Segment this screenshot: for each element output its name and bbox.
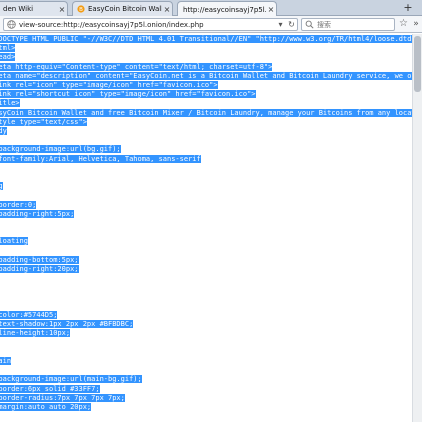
source-line: color:#5744D5;: [0, 311, 58, 319]
source-line: border-radius:7px 7px 7px 7px;: [0, 393, 125, 402]
source-line: background-image:url(bg.gif);: [0, 145, 121, 154]
source-line: border:6px solid #33FF7;: [0, 384, 100, 393]
search-icon: [305, 20, 314, 29]
source-line: margin:auto auto 20px;: [0, 403, 92, 411]
new-tab-button[interactable]: +: [401, 2, 415, 15]
scrollbar-thumb[interactable]: [414, 36, 421, 92]
tab-den-wiki[interactable]: den Wiki ×: [0, 1, 68, 16]
bookmark-star-icon[interactable]: ☆: [398, 19, 409, 30]
source-line: padding-bottom:5px;: [0, 255, 79, 264]
svg-text:B: B: [79, 7, 83, 13]
bitcoin-favicon-icon: B: [77, 5, 85, 13]
tab-easycoin[interactable]: B EasyCoin Bitcoin Wallet ... ×: [72, 1, 173, 16]
source-line: <head>: [0, 53, 16, 62]
source-line: <link rel="icon" type="image/icon" href=…: [0, 81, 218, 89]
source-line: .floating: [0, 237, 28, 246]
globe-icon: [7, 20, 16, 29]
overflow-menu-icon[interactable]: »: [411, 19, 421, 30]
address-text: view-source:http://easycoinsayj7p5l.onio…: [19, 20, 204, 29]
vertical-scrollbar[interactable]: [412, 34, 422, 422]
source-line: <meta name="description" content="EasyCo…: [0, 71, 412, 80]
tab-label: EasyCoin Bitcoin Wallet ...: [88, 5, 162, 13]
source-line: padding-right:20px;: [0, 265, 79, 273]
source-line: padding-right:5px;: [0, 209, 75, 218]
source-line: #main: [0, 357, 12, 365]
reload-icon[interactable]: ↻: [286, 20, 297, 29]
source-line: body: [0, 127, 7, 135]
close-tab-icon[interactable]: ×: [162, 5, 172, 14]
navigation-bar: view-source:http://easycoinsayj7p5l.onio…: [0, 16, 422, 33]
tab-label: den Wiki: [3, 5, 34, 13]
search-bar[interactable]: [301, 18, 395, 31]
source-line: <html>: [0, 44, 16, 53]
source-line: <title>: [0, 99, 20, 108]
source-line: <style type="text/css">: [0, 117, 87, 126]
chevron-down-icon[interactable]: ▾: [275, 20, 286, 29]
source-line: <link rel="shortcut icon" type="image/ic…: [0, 90, 256, 99]
source-view[interactable]: <!DOCTYPE HTML PUBLIC "-//W3C//DTD HTML …: [0, 34, 422, 422]
source-line: background-image:url(main-bg.gif);: [0, 375, 142, 384]
source-line: font-family:Arial, Helvetica, Tahoma, sa…: [0, 154, 201, 163]
address-bar[interactable]: view-source:http://easycoinsayj7p5l.onio…: [3, 18, 298, 31]
close-tab-icon[interactable]: ×: [266, 5, 276, 14]
source-line: EasyCoin Bitcoin Wallet and free Bitcoin…: [0, 108, 412, 117]
tab-view-source[interactable]: http://easycoinsayj7p5l.onio... ×: [177, 1, 277, 17]
tab-strip: den Wiki × B EasyCoin Bitcoin Wallet ...…: [0, 0, 422, 17]
search-input[interactable]: [317, 20, 387, 29]
source-line: <meta http-equiv="Content-type" content=…: [0, 62, 273, 71]
source-line: text-shadow:1px 2px 2px #BFBDBC;: [0, 320, 134, 329]
source-line: line-height:10px;: [0, 329, 71, 338]
source-line: <!DOCTYPE HTML PUBLIC "-//W3C//DTD HTML …: [0, 35, 412, 43]
source-line: border:0;: [0, 200, 37, 209]
tab-label: http://easycoinsayj7p5l.onio...: [183, 5, 266, 14]
source-line: img: [0, 182, 3, 191]
close-tab-icon[interactable]: ×: [57, 5, 67, 14]
